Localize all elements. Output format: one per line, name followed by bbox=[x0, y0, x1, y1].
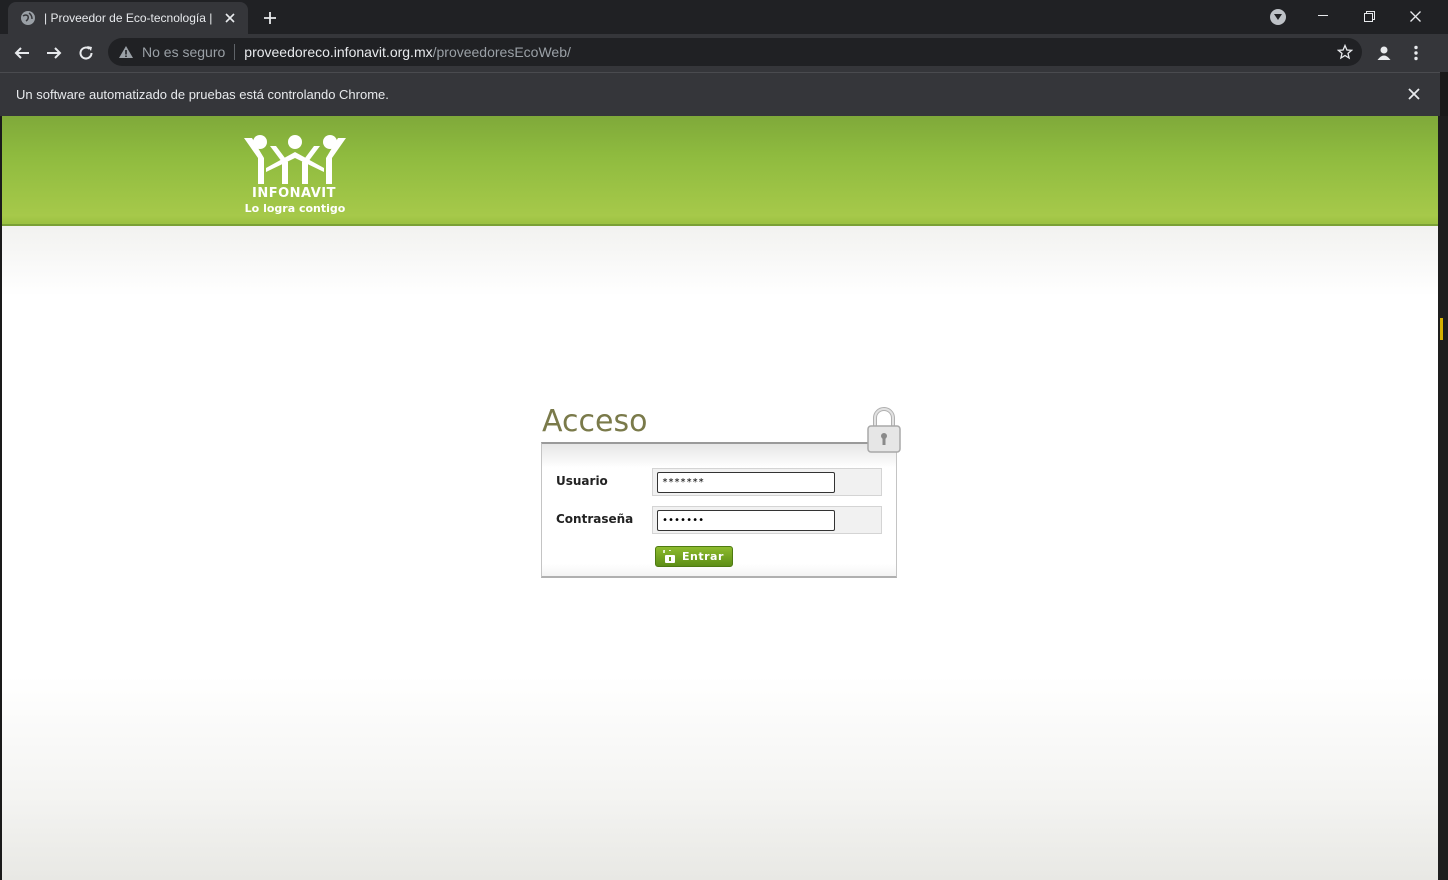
password-label: Contraseña bbox=[556, 512, 634, 526]
tab-title: | Proveedor de Eco-tecnología | bbox=[44, 11, 213, 25]
site-header: INFONAVIT Lo logra contigo bbox=[2, 116, 1438, 226]
star-icon[interactable] bbox=[1336, 43, 1354, 61]
tab-search-icon[interactable] bbox=[1270, 9, 1286, 25]
scroll-indicator bbox=[1440, 318, 1443, 340]
login-panel: Acceso Usuario Contraseña Entrar bbox=[540, 400, 902, 580]
username-field-container bbox=[652, 468, 882, 496]
password-input[interactable] bbox=[657, 510, 835, 531]
reload-icon[interactable] bbox=[72, 39, 100, 67]
window-edge bbox=[1438, 116, 1448, 880]
login-button[interactable]: Entrar bbox=[655, 546, 733, 567]
url-host: proveedoreco.infonavit.org.mx bbox=[244, 44, 433, 60]
login-title: Acceso bbox=[542, 404, 648, 439]
username-input[interactable] bbox=[657, 472, 835, 493]
address-bar[interactable]: No es seguro proveedoreco.infonavit.org.… bbox=[108, 38, 1362, 66]
restore-icon[interactable] bbox=[1346, 0, 1392, 32]
logo-name: INFONAVIT bbox=[252, 186, 336, 201]
minimize-icon[interactable] bbox=[1300, 0, 1346, 32]
browser-toolbar: No es seguro proveedoreco.infonavit.org.… bbox=[0, 34, 1448, 72]
close-icon[interactable] bbox=[1406, 86, 1422, 102]
url-path: /proveedoresEcoWeb/ bbox=[432, 44, 571, 60]
browser-tab[interactable]: | Proveedor de Eco-tecnología | bbox=[8, 2, 248, 34]
password-field-container bbox=[652, 506, 882, 534]
security-status[interactable]: No es seguro bbox=[142, 44, 225, 60]
menu-icon[interactable] bbox=[1402, 39, 1430, 67]
logo-mark bbox=[244, 135, 346, 184]
plus-icon[interactable] bbox=[258, 6, 282, 30]
login-button-label: Entrar bbox=[682, 550, 724, 563]
login-form: Usuario Contraseña Entrar bbox=[541, 442, 897, 578]
infobar-message: Un software automatizado de pruebas está… bbox=[16, 87, 389, 102]
automation-infobar: Un software automatizado de pruebas está… bbox=[0, 72, 1440, 116]
lock-icon bbox=[866, 406, 902, 454]
infonavit-logo[interactable]: INFONAVIT Lo logra contigo bbox=[240, 132, 350, 220]
logo-slogan: Lo logra contigo bbox=[244, 202, 346, 215]
close-window-icon[interactable] bbox=[1392, 0, 1438, 32]
unlock-icon bbox=[662, 549, 676, 564]
username-label: Usuario bbox=[556, 474, 608, 488]
warning-icon[interactable] bbox=[118, 44, 134, 60]
close-icon[interactable] bbox=[222, 10, 238, 26]
tab-strip: | Proveedor de Eco-tecnología | bbox=[0, 0, 1448, 34]
page-viewport: INFONAVIT Lo logra contigo Acceso Usuari… bbox=[2, 116, 1438, 880]
back-icon[interactable] bbox=[8, 39, 36, 67]
profile-icon[interactable] bbox=[1370, 39, 1398, 67]
globe-icon bbox=[20, 10, 36, 26]
omnibox-separator bbox=[234, 44, 236, 60]
forward-icon[interactable] bbox=[40, 39, 68, 67]
